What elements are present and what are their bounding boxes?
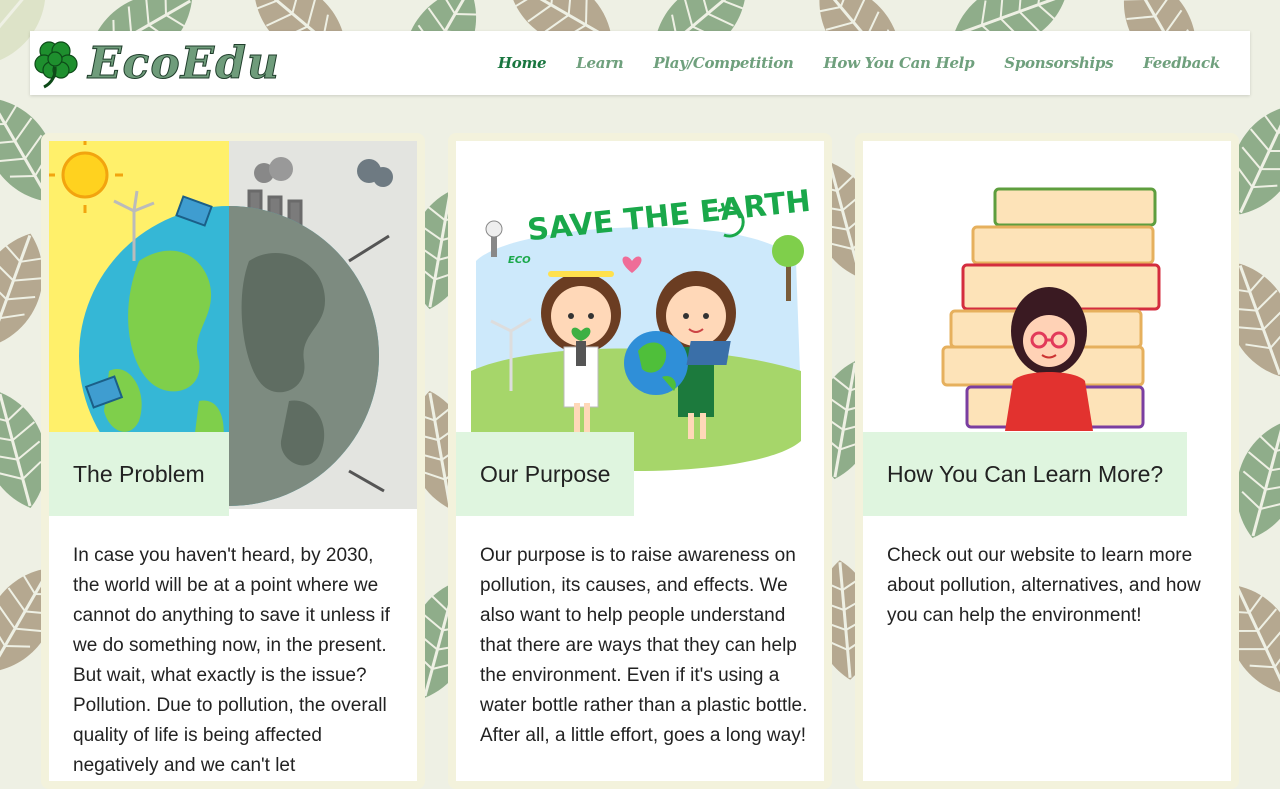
card-learn-more: How You Can Learn More? Check out our we… — [855, 133, 1239, 789]
card-title: Our Purpose — [456, 432, 635, 516]
top-navbar: EcoEdu Home Learn Play/Competition How Y… — [30, 31, 1250, 95]
card-body: In case you haven't heard, by 2030, the … — [73, 545, 390, 776]
main-menu: Home Learn Play/Competition How You Can … — [468, 31, 1220, 95]
nav-home[interactable]: Home — [498, 54, 547, 72]
brand-logo[interactable]: EcoEdu — [30, 33, 280, 93]
nav-learn[interactable]: Learn — [576, 54, 623, 72]
nav-sponsorships[interactable]: Sponsorships — [1004, 54, 1113, 72]
card-body: Check out our website to learn more abou… — [887, 545, 1201, 626]
eco-text: ECO — [508, 255, 531, 266]
card-body: Our purpose is to raise awareness on pol… — [480, 545, 808, 746]
nav-how-you-can-help[interactable]: How You Can Help — [824, 54, 975, 72]
shamrock-icon — [34, 41, 78, 89]
brand-name: EcoEdu — [88, 37, 280, 89]
card-the-problem: The Problem In case you haven't heard, b… — [41, 133, 425, 789]
card-title: The Problem — [49, 432, 229, 516]
card-our-purpose: SAVE THE EARTH ECO Our Purpose Our purpo… — [448, 133, 832, 789]
card-title: How You Can Learn More? — [863, 432, 1188, 516]
nav-play-competition[interactable]: Play/Competition — [653, 54, 793, 72]
nav-feedback[interactable]: Feedback — [1143, 54, 1220, 72]
